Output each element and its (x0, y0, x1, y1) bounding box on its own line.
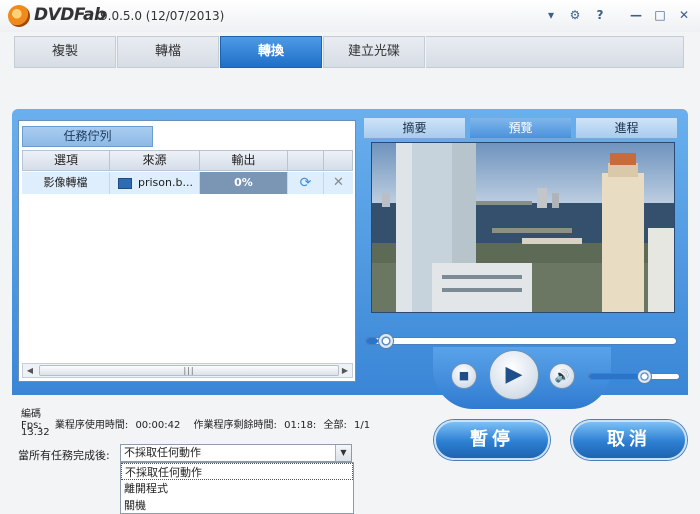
chevron-down-icon[interactable]: ▼ (335, 445, 351, 461)
fps-value: 13.32 (21, 427, 50, 438)
mode-tabs: 複製 轉檔 轉換 建立光碟 (14, 36, 684, 68)
tab-creator[interactable]: 建立光碟 (323, 36, 425, 68)
total-value: 1/1 (354, 420, 371, 431)
task-queue-panel: 任務佇列 選項 來源 輸出 影像轉檔 prison.b... 0% ⟳ ✕ ◀ … (18, 120, 356, 382)
task-queue-title: 任務佇列 (22, 126, 153, 147)
remaining-label: 作業程序剩餘時間: (193, 420, 277, 431)
close-icon[interactable]: ✕ (675, 6, 693, 24)
after-complete-selected: 不採取任何動作 (124, 446, 201, 459)
volume-slider[interactable] (588, 369, 680, 384)
video-preview (371, 142, 675, 313)
row-source-name: prison.b... (138, 176, 193, 189)
row-option: 影像轉檔 (22, 172, 110, 194)
column-header-blank (324, 150, 353, 171)
row-progress: 0% (200, 172, 288, 194)
remove-icon[interactable]: ✕ (324, 172, 353, 194)
tab-summary[interactable]: 摘要 (363, 117, 466, 139)
after-complete-dropdown: 不採取任何動作 離開程式 關機 (120, 462, 354, 514)
remaining-value: 01:18: (284, 420, 317, 431)
volume-slider-fill (589, 374, 643, 379)
tab-bar-filler (426, 36, 684, 68)
preview-frame-image (372, 143, 674, 312)
menu-icon[interactable]: ▾ (542, 6, 560, 24)
app-version: 9.0.5.0 (12/07/2013) (100, 9, 225, 23)
elapsed-label: 業程序使用時間: (54, 420, 129, 431)
after-complete-select[interactable]: 不採取任何動作 ▼ (120, 444, 352, 462)
scroll-right-icon[interactable]: ▶ (338, 364, 352, 377)
column-header-blank (288, 150, 324, 171)
cancel-button[interactable]: 取消 (571, 420, 687, 460)
pause-button[interactable]: 暫停 (434, 420, 550, 460)
dvdfab-logo-icon (8, 5, 30, 27)
queue-header: 選項 來源 輸出 (22, 150, 353, 171)
help-icon[interactable]: ? (591, 6, 609, 24)
total-label: 全部: (323, 420, 347, 431)
column-header-source[interactable]: 來源 (110, 150, 200, 171)
column-header-output[interactable]: 輸出 (200, 150, 288, 171)
app-logo-text: DVDFab (34, 5, 106, 25)
play-icon[interactable]: ▶ (489, 350, 539, 400)
tab-progress[interactable]: 進程 (575, 117, 678, 139)
horizontal-scrollbar[interactable]: ◀ ||| ▶ (22, 363, 353, 378)
seek-slider-fill (366, 338, 379, 344)
volume-slider-handle[interactable] (637, 369, 652, 384)
video-file-icon (118, 177, 132, 189)
volume-icon[interactable]: 🔊 (549, 363, 575, 389)
after-complete-label: 當所有任務完成後: (18, 449, 110, 462)
dropdown-option[interactable]: 不採取任何動作 (121, 463, 353, 480)
scrollbar-thumb[interactable]: ||| (39, 365, 339, 376)
dropdown-option[interactable]: 關機 (121, 497, 353, 514)
title-bar: DVDFab 9.0.5.0 (12/07/2013) ▾ ⚙ ? — □ ✕ (0, 0, 700, 32)
minimize-icon[interactable]: — (627, 6, 645, 24)
row-source: prison.b... (110, 172, 200, 194)
elapsed-value: 00:00:42 (135, 420, 181, 431)
gear-icon[interactable]: ⚙ (566, 6, 584, 24)
maximize-icon[interactable]: □ (651, 6, 669, 24)
tab-converter[interactable]: 轉換 (220, 36, 322, 68)
column-header-option[interactable]: 選項 (22, 150, 110, 171)
refresh-icon[interactable]: ⟳ (288, 172, 324, 194)
tab-copy[interactable]: 複製 (14, 36, 116, 68)
table-row[interactable]: 影像轉檔 prison.b... 0% ⟳ ✕ (22, 172, 353, 194)
scroll-left-icon[interactable]: ◀ (23, 364, 37, 377)
status-line: Fps: 業程序使用時間: 00:00:42 作業程序剩餘時間: 01:18: … (21, 416, 380, 431)
tab-ripper[interactable]: 轉檔 (117, 36, 219, 68)
tab-preview[interactable]: 預覽 (469, 117, 572, 139)
dropdown-option[interactable]: 離開程式 (121, 480, 353, 497)
stop-icon[interactable]: ■ (451, 363, 477, 389)
preview-tabs: 摘要 預覽 進程 (363, 117, 681, 139)
seek-slider[interactable] (365, 333, 677, 349)
